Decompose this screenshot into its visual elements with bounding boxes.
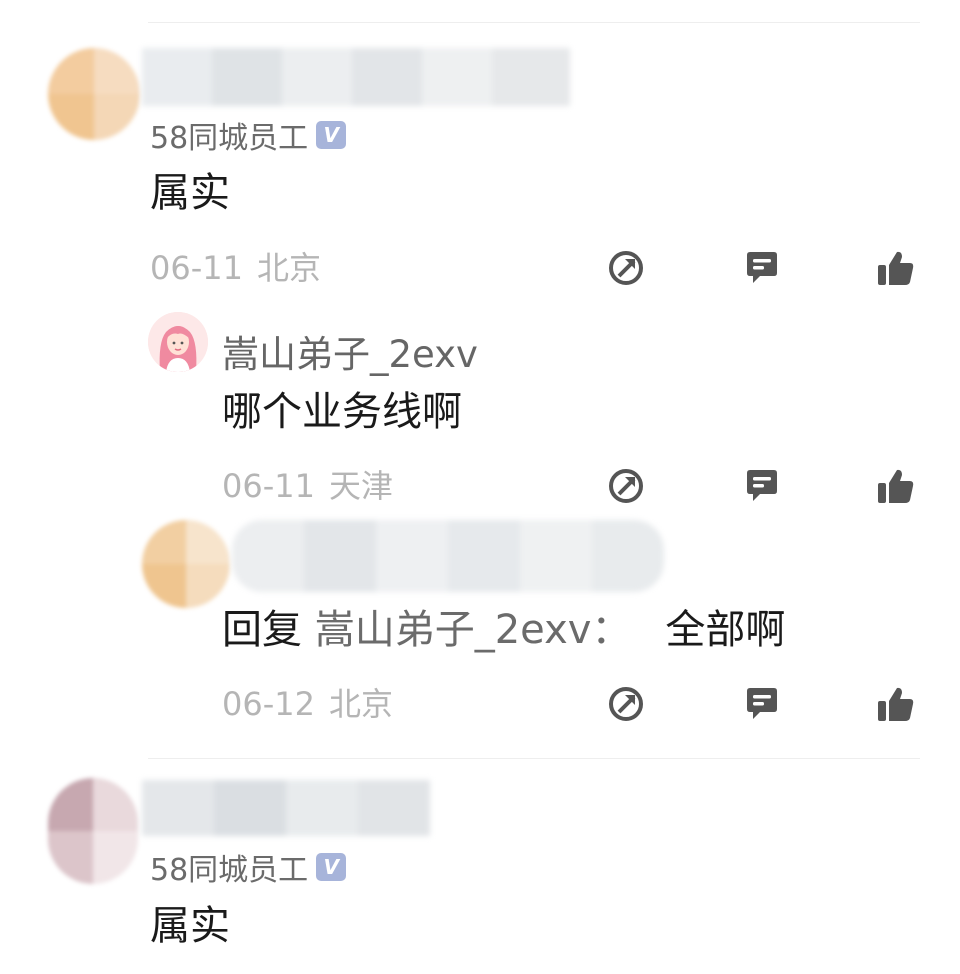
like-icon[interactable] [874, 246, 918, 290]
commenter-name-redacted [142, 780, 430, 836]
reply-prefix: 回复 [222, 607, 302, 653]
reply-text: 哪个业务线啊 [222, 389, 462, 435]
reply-location: 天津 [328, 467, 393, 505]
employee-badge: 58同城员工 V [150, 845, 347, 889]
reply-content: 全部啊 [665, 607, 786, 653]
reply-avatar[interactable] [148, 312, 208, 372]
comment-icon[interactable] [740, 682, 784, 726]
reply-target-username[interactable]: 嵩山弟子_2exv： [315, 607, 632, 653]
share-icon[interactable] [604, 246, 648, 290]
divider [148, 758, 920, 759]
reply-meta: 06-12 北京 [222, 688, 393, 720]
divider [148, 22, 920, 23]
reply-date: 06-12 [222, 685, 315, 723]
badge-label: 58同城员工 [150, 121, 309, 156]
verified-v-icon: V [316, 121, 347, 149]
comment-icon[interactable] [740, 246, 784, 290]
employee-badge: 58同城员工 V [150, 113, 347, 157]
reply-avatar-redacted[interactable] [142, 520, 230, 608]
reply-text: 回复 嵩山弟子_2exv： 全部啊 [222, 610, 785, 650]
comment-text: 属实 [150, 170, 230, 216]
comment-text: 属实 [150, 903, 230, 949]
share-icon[interactable] [604, 464, 648, 508]
commenter-avatar-redacted[interactable] [48, 778, 138, 884]
comment-meta: 06-11 北京 [150, 252, 321, 284]
comment-location: 北京 [256, 249, 321, 287]
share-icon[interactable] [604, 682, 648, 726]
reply-name-redacted [232, 520, 664, 592]
reply-location: 北京 [328, 685, 393, 723]
like-icon[interactable] [874, 682, 918, 726]
verified-v-icon: V [316, 853, 347, 881]
comment-icon[interactable] [740, 464, 784, 508]
like-icon[interactable] [874, 464, 918, 508]
comment-date: 06-11 [150, 249, 243, 287]
reply-meta: 06-11 天津 [222, 470, 393, 502]
badge-label: 58同城员工 [150, 853, 309, 888]
reply-username[interactable]: 嵩山弟子_2exv [222, 336, 478, 373]
reply-date: 06-11 [222, 467, 315, 505]
commenter-avatar[interactable] [48, 48, 140, 140]
commenter-name-redacted [142, 48, 570, 106]
